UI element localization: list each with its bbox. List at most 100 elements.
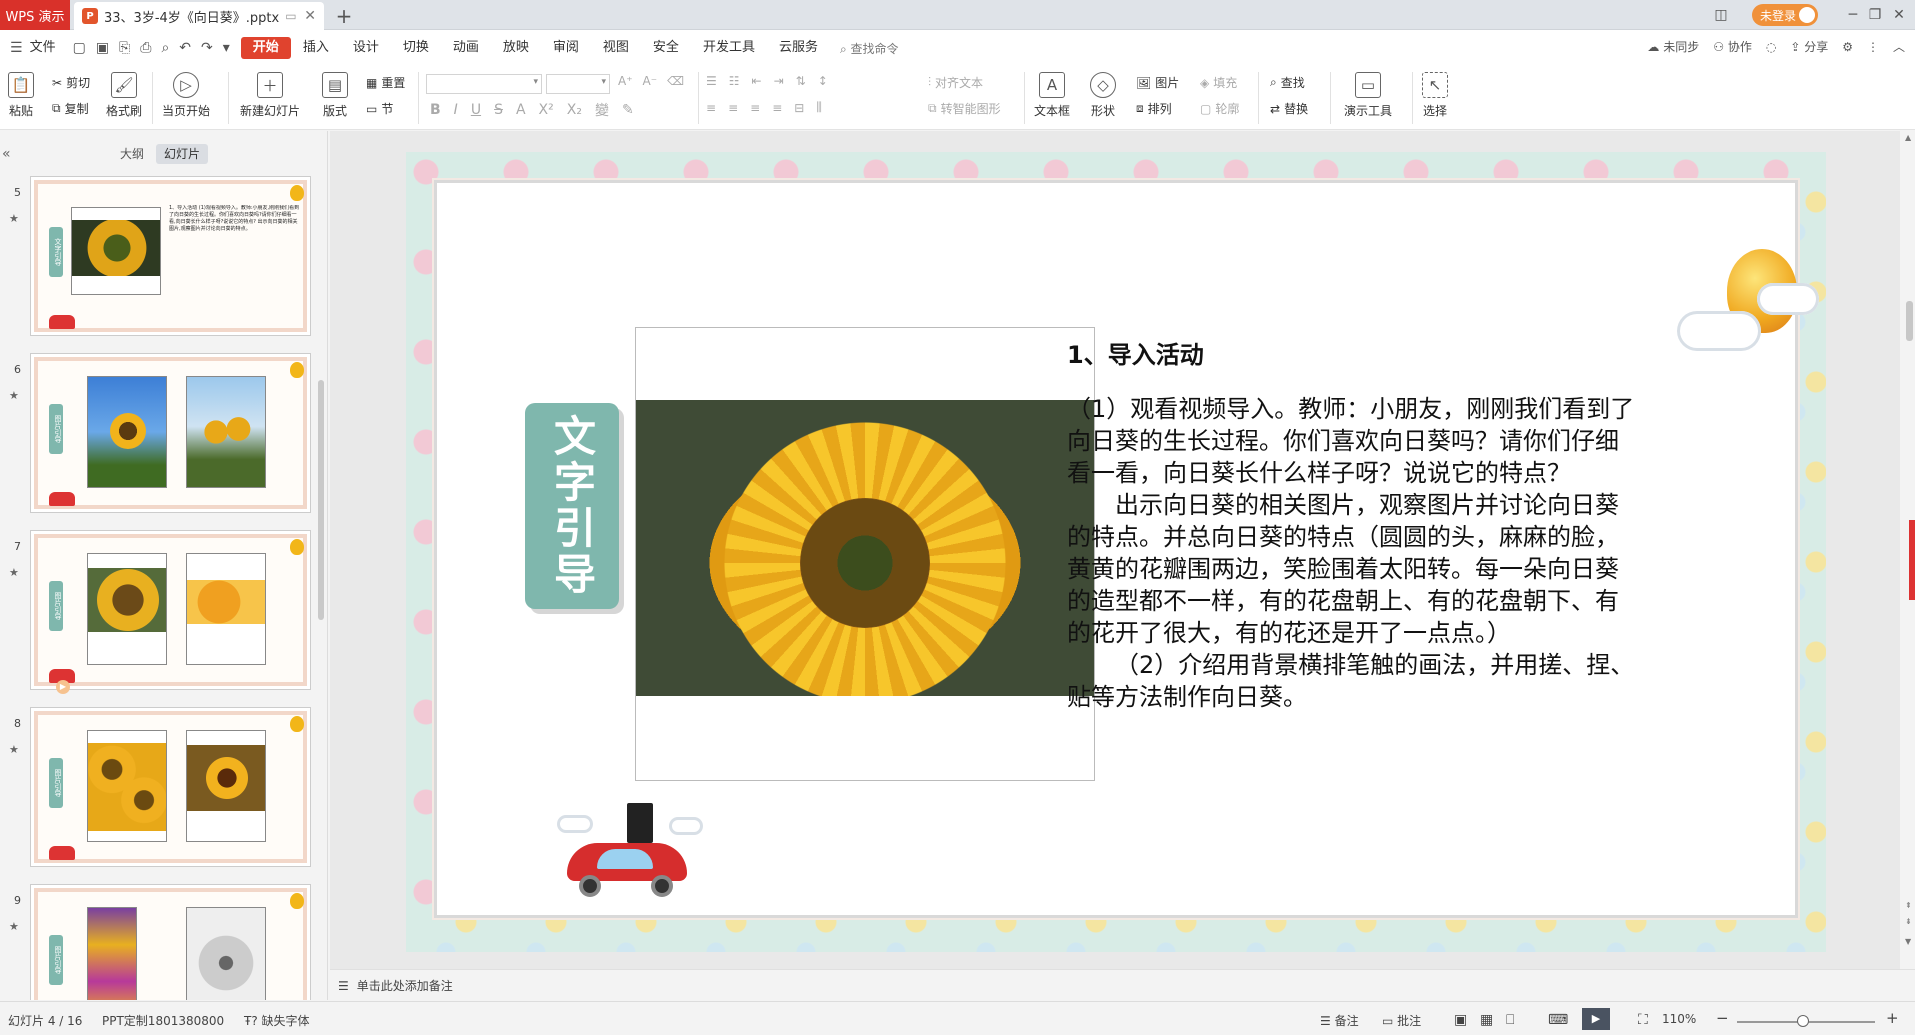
print-preview-icon[interactable]: ⌕ <box>156 40 174 56</box>
distribute-icon[interactable]: ⊟ <box>794 101 804 115</box>
save-icon[interactable]: ▣ <box>91 40 114 56</box>
close-tab-icon[interactable]: ✕ <box>304 8 316 24</box>
columns-icon[interactable]: ⫼ <box>816 100 822 115</box>
presenter-view-icon[interactable]: ⌨ <box>1548 1012 1568 1028</box>
tab-animation[interactable]: 动画 <box>441 37 491 59</box>
phonetic-icon[interactable]: 變 <box>595 100 609 120</box>
font-family-select[interactable] <box>426 74 542 94</box>
tab-design[interactable]: 设计 <box>341 37 391 59</box>
new-tab-button[interactable]: + <box>332 4 356 28</box>
number-list-icon[interactable]: ☷ <box>729 74 740 88</box>
highlight-icon[interactable]: ✎ <box>622 102 634 118</box>
collab-button[interactable]: ⚇ 协作 <box>1713 38 1752 55</box>
bold-icon[interactable]: B <box>430 102 441 118</box>
restore-icon[interactable]: ❐ <box>1864 4 1886 26</box>
slide[interactable]: 文字引导 1、导入活动 （1）观看视频导入。教师：小朋友，刚刚我们看到了向日葵的… <box>406 152 1826 952</box>
font-size-select[interactable] <box>546 74 610 94</box>
collapse-ribbon-icon[interactable]: ︿ <box>1893 38 1905 55</box>
print-icon[interactable]: ⎙ <box>135 40 156 56</box>
tab-transition[interactable]: 切换 <box>391 37 441 59</box>
reading-view-icon[interactable]: ⎕ <box>1506 1012 1514 1028</box>
next-slide-icon[interactable]: ⇟ <box>1905 917 1912 926</box>
indent-icon[interactable]: ⇥ <box>774 74 784 88</box>
open-icon[interactable]: ▢ <box>68 40 91 56</box>
panel-scrollbar[interactable] <box>318 380 324 620</box>
slide-thumbnail[interactable]: 图片引导 <box>30 530 311 690</box>
copy-button[interactable]: ⧉ 复制 <box>52 100 89 117</box>
align-right-icon[interactable]: ≡ <box>750 101 760 115</box>
play-from-current-button[interactable]: ▷ 当页开始 <box>162 72 210 119</box>
justify-icon[interactable]: ≡ <box>772 101 782 115</box>
zoom-out-icon[interactable]: − <box>1716 1009 1729 1027</box>
zoom-level[interactable]: 110% <box>1662 1012 1696 1026</box>
layout-button[interactable]: ▤ 版式 <box>322 72 348 119</box>
scroll-up-icon[interactable]: ▲ <box>1905 133 1911 142</box>
tab-insert[interactable]: 插入 <box>291 37 341 59</box>
format-painter-button[interactable]: 🖌 格式刷 <box>106 72 142 119</box>
replace-button[interactable]: ⇄ 替换 <box>1270 100 1308 117</box>
play-animation-icon[interactable]: ▶ <box>56 680 70 694</box>
app-menu-tab[interactable]: WPS 演示 <box>0 0 70 30</box>
comments-button[interactable]: ▭ 批注 <box>1382 1012 1421 1029</box>
arrange-button[interactable]: ⧈ 排列 <box>1136 100 1172 117</box>
prev-slide-icon[interactable]: ⇞ <box>1905 901 1912 910</box>
italic-icon[interactable]: I <box>454 102 458 118</box>
align-left-icon[interactable]: ≡ <box>706 101 716 115</box>
tab-slideshow[interactable]: 放映 <box>491 37 541 59</box>
tab-review[interactable]: 审阅 <box>541 37 591 59</box>
settings-icon[interactable]: ⚙ <box>1842 40 1853 54</box>
reset-button[interactable]: ▦ 重置 <box>366 74 405 91</box>
align-text-button[interactable]: ⫶ 对齐文本 <box>928 74 983 91</box>
slide-thumbnail[interactable]: 图片引导 <box>30 353 311 513</box>
increase-font-icon[interactable]: A⁺ <box>618 74 633 88</box>
notes-toggle-button[interactable]: ☰ 备注 <box>1320 1012 1359 1029</box>
play-slideshow-button[interactable]: ▶ <box>1582 1008 1610 1030</box>
tab-slides[interactable]: 幻灯片 <box>156 144 209 164</box>
sync-button[interactable]: ☁ 未同步 <box>1647 38 1699 55</box>
slide-thumbnail[interactable]: 文字引导 1、导入活动 (1)观看视频导入。教师:小朋友,刚刚我们看到了向日葵的… <box>30 176 311 336</box>
decrease-font-icon[interactable]: A⁻ <box>643 74 658 88</box>
customize-chevron-icon[interactable]: ▾ <box>218 40 235 56</box>
command-search[interactable]: ⌕ 查找命令 <box>830 40 909 57</box>
presenter-tools-button[interactable]: ▭ 演示工具 <box>1344 72 1392 119</box>
more-icon[interactable]: ⋮ <box>1867 40 1879 54</box>
fill-button[interactable]: ◈ 填充 <box>1200 74 1237 91</box>
tab-view[interactable]: 视图 <box>591 37 641 59</box>
bullet-list-icon[interactable]: ☰ <box>706 74 717 88</box>
file-menu[interactable]: 文件 <box>28 37 68 59</box>
fit-window-icon[interactable]: ⛶ <box>1638 1012 1648 1028</box>
tab-developer[interactable]: 开发工具 <box>691 37 767 59</box>
slide-body-text[interactable]: （1）观看视频导入。教师：小朋友，刚刚我们看到了向日葵的生长过程。你们喜欢向日葵… <box>1067 393 1637 713</box>
sorter-view-icon[interactable]: ▦ <box>1480 1012 1493 1028</box>
document-tab[interactable]: P 33、3岁-4岁《向日葵》.pptx ▭ ✕ <box>74 2 324 30</box>
outline-button[interactable]: ▢ 轮廓 <box>1200 100 1239 117</box>
photo-frame[interactable] <box>635 327 1095 781</box>
close-window-icon[interactable]: ✕ <box>1888 4 1910 26</box>
subscript-icon[interactable]: X₂ <box>567 102 582 118</box>
section-button[interactable]: ▭ 节 <box>366 100 393 117</box>
tab-security[interactable]: 安全 <box>641 37 691 59</box>
smart-art-button[interactable]: ⧉ 转智能图形 <box>928 100 1001 117</box>
new-slide-button[interactable]: ＋ 新建幻灯片 <box>240 72 300 119</box>
font-color-icon[interactable]: A <box>516 102 526 118</box>
reading-mode-icon[interactable]: ◫ <box>1710 4 1732 26</box>
normal-view-icon[interactable]: ▣ <box>1454 1012 1467 1028</box>
share-button[interactable]: ⇪ 分享 <box>1790 38 1828 55</box>
tab-home[interactable]: 开始 <box>240 37 291 59</box>
line-spacing-icon[interactable]: ↕ <box>818 74 828 88</box>
slide-thumbnail[interactable]: 图片引导 <box>30 707 311 867</box>
cut-button[interactable]: ✂ 剪切 <box>52 74 90 91</box>
tab-cloud[interactable]: 云服务 <box>767 37 830 59</box>
text-direction-icon[interactable]: ⇅ <box>796 74 806 88</box>
hamburger-icon[interactable]: ☰ <box>0 40 28 56</box>
find-button[interactable]: ⌕ 查找 <box>1270 74 1305 91</box>
align-center-icon[interactable]: ≡ <box>728 101 738 115</box>
minimize-icon[interactable]: ─ <box>1842 4 1864 26</box>
notes-bar[interactable]: ☰ 单击此处添加备注 <box>330 969 1915 1001</box>
underline-icon[interactable]: U <box>471 102 481 118</box>
picture-button[interactable]: 🖼 图片 <box>1136 74 1179 91</box>
paste-button[interactable]: 📋 粘贴 <box>8 72 34 119</box>
strikethrough-icon[interactable]: S <box>494 102 503 118</box>
shape-button[interactable]: ◇ 形状 <box>1090 72 1116 119</box>
clear-format-icon[interactable]: ⌫ <box>667 74 684 88</box>
